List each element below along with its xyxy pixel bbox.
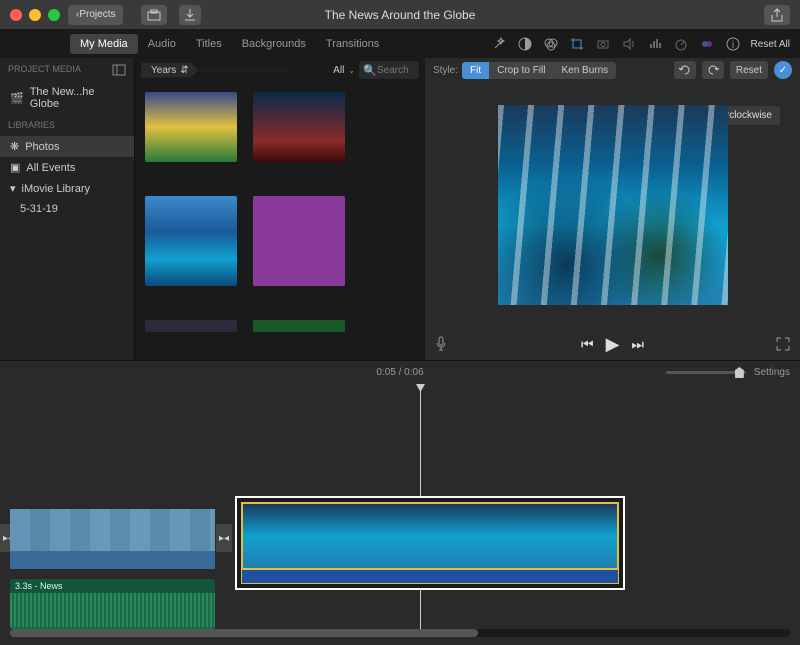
crop-icon[interactable] xyxy=(569,36,585,52)
color-balance-icon[interactable] xyxy=(517,36,533,52)
sidebar-heading-project: PROJECT MEDIA xyxy=(8,64,81,76)
crop-style-segments: Fit Crop to Fill Ken Burns xyxy=(462,62,616,79)
fullscreen-icon[interactable] xyxy=(776,337,790,351)
apply-button[interactable]: ✓ xyxy=(774,61,792,79)
time-display: 0:05 / 0:06 Settings xyxy=(0,360,800,384)
settings-button[interactable]: Settings xyxy=(754,367,790,378)
clip-waterfall-selected[interactable] xyxy=(235,496,625,590)
sidebar: PROJECT MEDIA 🎬 The New...he Globe LIBRAR… xyxy=(0,58,135,360)
rotate-cw-button[interactable] xyxy=(702,61,724,79)
share-button[interactable] xyxy=(764,5,790,25)
waveform xyxy=(10,593,215,627)
tab-backgrounds[interactable]: Backgrounds xyxy=(232,34,316,54)
stabilization-icon[interactable] xyxy=(595,36,611,52)
sort-icon: ⇵ xyxy=(180,65,188,76)
reset-crop-button[interactable]: Reset xyxy=(730,61,768,79)
sidebar-item-all-events[interactable]: ▣ All Events xyxy=(0,157,134,178)
thumbnail[interactable] xyxy=(145,92,237,162)
sidebar-item-project[interactable]: 🎬 The New...he Globe xyxy=(0,82,134,114)
seg-crop-to-fill[interactable]: Crop to Fill xyxy=(489,62,553,79)
tab-my-media[interactable]: My Media xyxy=(70,34,138,54)
clapper-icon: 🎬 xyxy=(10,92,24,105)
current-time: 0:05 xyxy=(376,367,395,378)
speed-icon[interactable] xyxy=(673,36,689,52)
thumbnail[interactable] xyxy=(253,320,345,332)
playback-controls: ⏮ ▶ ⏭ xyxy=(425,328,800,360)
titlebar: ‹ Projects The News Around the Globe xyxy=(0,0,800,30)
rotate-ccw-button[interactable] xyxy=(674,61,696,79)
thumbnail[interactable] xyxy=(145,320,237,332)
hide-browser-icon[interactable] xyxy=(112,64,126,76)
tab-audio[interactable]: Audio xyxy=(138,34,186,54)
media-browser: Years ⇵ All ⌄ 🔍 xyxy=(135,58,425,360)
style-label: Style: xyxy=(433,65,458,76)
clip-filter-icon[interactable] xyxy=(699,36,715,52)
sidebar-label: All Events xyxy=(26,162,75,174)
audio-clip-label: 3.3s - News xyxy=(10,579,215,593)
noise-reduction-icon[interactable] xyxy=(647,36,663,52)
import-media-button[interactable] xyxy=(141,5,167,25)
film-icon: ▣ xyxy=(10,161,20,174)
audio-clip-news[interactable]: 3.3s - News xyxy=(10,579,215,629)
traffic-lights xyxy=(10,9,60,21)
info-icon[interactable]: i xyxy=(725,36,741,52)
scrollbar-thumb[interactable] xyxy=(10,629,478,637)
photos-icon: ❋ xyxy=(10,140,19,153)
color-correction-icon[interactable] xyxy=(543,36,559,52)
main-toolbar: My Media Audio Titles Backgrounds Transi… xyxy=(0,30,800,58)
sidebar-item-imovie-library[interactable]: ▾ iMovie Library xyxy=(0,178,134,199)
play-button[interactable]: ▶ xyxy=(606,334,620,355)
crumb-label: Years xyxy=(151,65,176,76)
chevron-down-icon: ▾ xyxy=(10,182,16,195)
tab-titles[interactable]: Titles xyxy=(186,34,232,54)
prev-frame-button[interactable]: ⏮ xyxy=(581,336,594,353)
sidebar-label: iMovie Library xyxy=(22,183,90,195)
zoom-slider[interactable] xyxy=(666,371,746,374)
zoom-icon[interactable] xyxy=(48,9,60,21)
total-time: 0:06 xyxy=(404,367,423,378)
microphone-icon[interactable] xyxy=(435,336,447,352)
next-edit-icon[interactable]: ▸◂ xyxy=(216,524,232,552)
thumbnail[interactable] xyxy=(145,196,237,286)
chevron-down-icon[interactable]: ⌄ xyxy=(348,66,355,75)
search-icon: 🔍 xyxy=(363,64,377,77)
breadcrumb-empty[interactable] xyxy=(199,68,289,72)
seg-ken-burns[interactable]: Ken Burns xyxy=(553,62,616,79)
thumbnail[interactable] xyxy=(253,92,345,162)
reset-all-button[interactable]: Reset All xyxy=(751,39,790,50)
sidebar-label: Photos xyxy=(25,141,59,153)
horizontal-scrollbar[interactable] xyxy=(10,629,790,637)
back-to-projects-button[interactable]: ‹ Projects xyxy=(68,5,123,25)
sidebar-item-event[interactable]: 5-31-19 xyxy=(0,199,134,219)
viewer: Style: Fit Crop to Fill Ken Burns Reset … xyxy=(425,58,800,360)
download-button[interactable] xyxy=(179,5,201,25)
seg-fit[interactable]: Fit xyxy=(462,62,489,79)
project-name-label: The New...he Globe xyxy=(30,86,124,110)
volume-icon[interactable] xyxy=(621,36,637,52)
sidebar-item-photos[interactable]: ❋ Photos xyxy=(0,136,134,157)
media-tabs: My Media Audio Titles Backgrounds Transi… xyxy=(70,34,389,54)
thumbnail-grid xyxy=(135,82,425,360)
filter-all[interactable]: All xyxy=(333,65,344,76)
enhance-icon[interactable] xyxy=(491,36,507,52)
clip-world-map[interactable] xyxy=(10,509,215,569)
viewer-canvas[interactable]: Rotate the clip counterclockwise xyxy=(425,82,800,328)
sidebar-heading-libraries: LIBRARIES xyxy=(8,120,55,130)
window-title: The News Around the Globe xyxy=(325,8,476,22)
sidebar-label: 5-31-19 xyxy=(20,203,58,215)
minimize-icon[interactable] xyxy=(29,9,41,21)
back-label: Projects xyxy=(79,9,115,20)
next-frame-button[interactable]: ⏭ xyxy=(631,336,644,353)
tab-transitions[interactable]: Transitions xyxy=(316,34,389,54)
breadcrumb-years[interactable]: Years ⇵ xyxy=(141,63,199,78)
close-icon[interactable] xyxy=(10,9,22,21)
preview-frame xyxy=(498,105,728,305)
thumbnail[interactable] xyxy=(253,196,345,286)
timeline[interactable]: ▸◂ ▸◂ 3.3s - News xyxy=(0,384,800,639)
svg-text:i: i xyxy=(731,40,733,51)
